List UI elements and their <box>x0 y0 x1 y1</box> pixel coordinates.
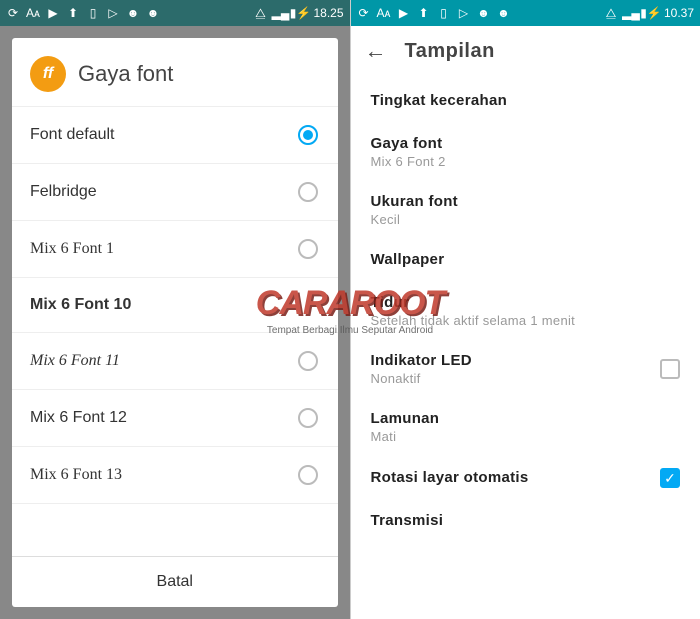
setting-font-size[interactable]: Ukuran font Kecil <box>351 181 700 239</box>
play2-icon: ▷ <box>106 6 120 20</box>
font-label: Mix 6 Font 10 <box>30 296 131 314</box>
signal-icon: ▂▄ <box>624 6 638 20</box>
setting-title: Lamunan <box>371 410 681 427</box>
font-icon: Aᴀ <box>26 6 40 20</box>
font-option-mix6-11[interactable]: Mix 6 Font 11 <box>12 332 338 389</box>
setting-sleep[interactable]: Tidur Setelah tidak aktif selama 1 menit <box>351 282 700 340</box>
flipfont-icon: ff <box>30 56 66 92</box>
setting-daydream[interactable]: Lamunan Mati <box>351 398 700 456</box>
setting-cast[interactable]: Transmisi <box>351 500 700 543</box>
setting-brightness[interactable]: Tingkat kecerahan <box>351 80 700 123</box>
left-content: ff Gaya font Font default Felbridge Mix … <box>0 26 350 619</box>
sync-icon: ⟳ <box>357 6 371 20</box>
setting-title: Gaya font <box>371 135 681 152</box>
setting-title: Ukuran font <box>371 193 681 210</box>
sync-icon: ⟳ <box>6 6 20 20</box>
statusbar-time: 10.37 <box>664 6 694 20</box>
font-option-partial[interactable] <box>12 503 338 517</box>
setting-sub: Mix 6 Font 2 <box>371 154 681 169</box>
droid-icon: ☻ <box>477 6 491 20</box>
radio[interactable] <box>298 465 318 485</box>
cancel-button[interactable]: Batal <box>12 556 338 607</box>
wifi-icon: ⧋ <box>604 6 618 20</box>
back-icon[interactable]: ← <box>365 38 387 64</box>
font-option-mix6-1[interactable]: Mix 6 Font 1 <box>12 220 338 277</box>
statusbar-right: ⟳ Aᴀ ▶ ⬆ ▯ ▷ ☻ ☻ ⧋ ▂▄ ▮⚡ 10.37 <box>351 0 700 26</box>
font-option-felbridge[interactable]: Felbridge <box>12 163 338 220</box>
right-content: ← Tampilan Tingkat kecerahan Gaya font M… <box>351 26 700 619</box>
font-dialog: ff Gaya font Font default Felbridge Mix … <box>12 38 338 607</box>
statusbar-left: ⟳ Aᴀ ▶ ⬆ ▯ ▷ ☻ ☻ ⧋ ▂▄ ▮⚡ 18.25 <box>0 0 350 26</box>
statusbar-right-right: ⧋ ▂▄ ▮⚡ 10.37 <box>604 6 694 20</box>
font-label: Font default <box>30 126 115 144</box>
setting-title: Tingkat kecerahan <box>371 92 681 109</box>
appbar: ← Tampilan <box>351 26 700 76</box>
font-label: Felbridge <box>30 183 97 201</box>
signal-icon: ▂▄ <box>273 6 287 20</box>
setting-sub: Setelah tidak aktif selama 1 menit <box>371 313 681 328</box>
play2-icon: ▷ <box>457 6 471 20</box>
font-icon: Aᴀ <box>377 6 391 20</box>
font-option-mix6-12[interactable]: Mix 6 Font 12 <box>12 389 338 446</box>
doc-icon: ▯ <box>86 6 100 20</box>
font-label: Mix 6 Font 1 <box>30 240 114 258</box>
setting-rotation[interactable]: Rotasi layar otomatis ✓ <box>351 456 700 500</box>
battery-icon: ▮⚡ <box>293 6 307 20</box>
radio[interactable] <box>298 239 318 259</box>
radio[interactable] <box>298 182 318 202</box>
setting-sub: Nonaktif <box>371 371 472 386</box>
font-label: Mix 6 Font 12 <box>30 409 127 427</box>
setting-wallpaper[interactable]: Wallpaper <box>351 239 700 282</box>
setting-led[interactable]: Indikator LED Nonaktif <box>351 340 700 398</box>
doc-icon: ▯ <box>437 6 451 20</box>
dialog-header: ff Gaya font <box>12 38 338 106</box>
upload-icon: ⬆ <box>66 6 80 20</box>
droid2-icon: ☻ <box>497 6 511 20</box>
font-option-mix6-10[interactable]: Mix 6 Font 10 <box>12 277 338 332</box>
font-option-mix6-13[interactable]: Mix 6 Font 13 <box>12 446 338 503</box>
statusbar-left-icons: ⟳ Aᴀ ▶ ⬆ ▯ ▷ ☻ ☻ <box>6 6 160 20</box>
droid2-icon: ☻ <box>146 6 160 20</box>
radio-selected[interactable] <box>298 125 318 145</box>
radio[interactable] <box>298 408 318 428</box>
phone-left: ⟳ Aᴀ ▶ ⬆ ▯ ▷ ☻ ☻ ⧋ ▂▄ ▮⚡ 18.25 ff Gaya f… <box>0 0 351 619</box>
setting-title: Transmisi <box>371 512 681 529</box>
font-option-default[interactable]: Font default <box>12 106 338 163</box>
font-label: Mix 6 Font 11 <box>30 352 120 370</box>
setting-font-style[interactable]: Gaya font Mix 6 Font 2 <box>351 123 700 181</box>
statusbar-left-right: ⧋ ▂▄ ▮⚡ 18.25 <box>253 6 343 20</box>
checkbox-unchecked[interactable] <box>660 359 680 379</box>
setting-sub: Kecil <box>371 212 681 227</box>
statusbar-right-icons: ⟳ Aᴀ ▶ ⬆ ▯ ▷ ☻ ☻ <box>357 6 511 20</box>
appbar-title: Tampilan <box>405 40 495 63</box>
upload-icon: ⬆ <box>417 6 431 20</box>
statusbar-time: 18.25 <box>313 6 343 20</box>
font-list[interactable]: Font default Felbridge Mix 6 Font 1 Mix … <box>12 106 338 556</box>
phone-right: ⟳ Aᴀ ▶ ⬆ ▯ ▷ ☻ ☻ ⧋ ▂▄ ▮⚡ 10.37 ← Tampila… <box>351 0 700 619</box>
battery-icon: ▮⚡ <box>644 6 658 20</box>
font-label: Mix 6 Font 13 <box>30 466 122 484</box>
setting-title: Wallpaper <box>371 251 681 268</box>
radio[interactable] <box>298 351 318 371</box>
play-icon: ▶ <box>46 6 60 20</box>
setting-sub: Mati <box>371 429 681 444</box>
checkbox-checked[interactable]: ✓ <box>660 468 680 488</box>
dialog-title: Gaya font <box>78 61 173 87</box>
setting-title: Indikator LED <box>371 352 472 369</box>
droid-icon: ☻ <box>126 6 140 20</box>
setting-title: Tidur <box>371 294 681 311</box>
play-icon: ▶ <box>397 6 411 20</box>
setting-title: Rotasi layar otomatis <box>371 469 529 486</box>
settings-list[interactable]: Tingkat kecerahan Gaya font Mix 6 Font 2… <box>351 76 700 619</box>
wifi-icon: ⧋ <box>253 6 267 20</box>
